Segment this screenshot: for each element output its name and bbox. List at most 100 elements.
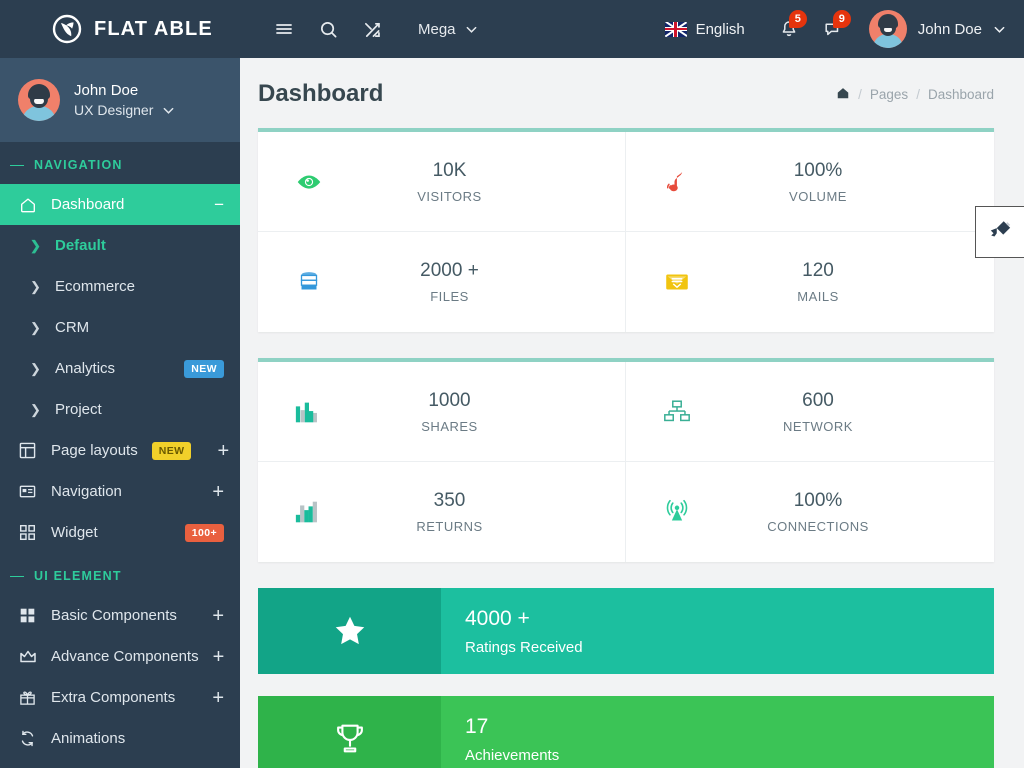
stat-text: 2000 + FILES xyxy=(332,260,599,304)
breadcrumb-separator: / xyxy=(916,86,920,102)
sidebar-subitem-label: Project xyxy=(55,401,102,418)
wide-card-label: Ratings Received xyxy=(465,638,583,656)
stat-value: 10K xyxy=(432,159,467,181)
caption-dash xyxy=(10,164,24,166)
sidebar-item-label: Basic Components xyxy=(51,607,177,624)
stat-value: 120 xyxy=(802,260,834,281)
sidebar-item-label: Widget xyxy=(51,524,98,541)
stat-text: 10K VISITORS xyxy=(332,160,599,204)
sidebar-item-navigation[interactable]: Navigation + xyxy=(0,471,240,512)
status-badge: NEW xyxy=(151,441,192,460)
stat-cell-network[interactable]: 600 NETWORK xyxy=(626,362,994,462)
sidebar-item-animations[interactable]: Animations xyxy=(0,718,240,759)
stat-card-group-2: 1000 SHARES 600 NETWORK 350 RETURNS 100%… xyxy=(258,358,994,562)
star-icon xyxy=(258,588,441,674)
brand-name: FLAT ABLE xyxy=(94,17,213,40)
wide-card-ratings[interactable]: 4000 + Ratings Received xyxy=(258,588,994,674)
dashboard-app: FLAT ABLE Mega English 5 9 John Doe John… xyxy=(0,0,1024,768)
sidebar-profile[interactable]: John Doe UX Designer xyxy=(0,58,240,142)
sidebar-item-widget[interactable]: Widget 100+ xyxy=(0,512,240,553)
crown-icon xyxy=(18,647,37,666)
stat-text: 100% VOLUME xyxy=(700,160,968,204)
stat-grid: 1000 SHARES 600 NETWORK 350 RETURNS 100%… xyxy=(258,362,994,562)
bar-chart-icon xyxy=(286,397,332,427)
sidebar-user-role: UX Designer xyxy=(74,102,154,118)
stat-cell-visitors[interactable]: 10K VISITORS xyxy=(258,132,626,232)
user-profile-dropdown[interactable]: John Doe xyxy=(868,10,1006,48)
sidebar-item-extra-components[interactable]: Extra Components + xyxy=(0,677,240,718)
stat-label: MAILS xyxy=(797,289,839,304)
stat-value: 1000 xyxy=(428,389,471,411)
stat-text: 120 MAILS xyxy=(700,260,968,304)
animation-refresh-icon xyxy=(18,729,37,748)
messages-button[interactable]: 9 xyxy=(811,0,855,58)
sidebar-subitem-label: Ecommerce xyxy=(55,278,136,295)
chevron-right-icon: ❯ xyxy=(30,319,41,335)
sidebar-user-role-row[interactable]: UX Designer xyxy=(74,102,175,118)
mega-menu-dropdown[interactable]: Mega xyxy=(418,21,478,38)
stat-value: 100% xyxy=(793,490,843,511)
stat-label: RETURNS xyxy=(416,519,483,534)
eye-icon xyxy=(286,167,332,197)
sidebar-caption-navigation: NAVIGATION xyxy=(0,142,240,184)
notifications-button[interactable]: 5 xyxy=(767,0,811,58)
stat-cell-returns[interactable]: 350 RETURNS xyxy=(258,462,626,562)
status-badge: 100+ xyxy=(184,523,224,542)
message-count-badge: 9 xyxy=(832,10,851,28)
plus-icon[interactable]: + xyxy=(212,688,224,708)
hamburger-menu-icon[interactable] xyxy=(262,0,306,58)
home-icon[interactable] xyxy=(836,86,850,103)
language-label: English xyxy=(695,20,745,38)
sidebar-subitem-label: CRM xyxy=(55,319,90,336)
stat-label: SHARES xyxy=(421,418,478,434)
database-icon xyxy=(286,267,332,297)
sidebar-subitem-crm[interactable]: ❯ CRM xyxy=(0,307,240,348)
stat-value: 100% xyxy=(793,159,843,181)
plus-icon[interactable]: + xyxy=(212,606,224,626)
stat-text: 1000 SHARES xyxy=(332,390,599,434)
stat-label: NETWORK xyxy=(783,418,853,434)
chevron-down-icon xyxy=(466,26,476,33)
sidebar-caption-label: UI ELEMENT xyxy=(34,569,122,583)
language-selector[interactable]: English xyxy=(664,20,745,38)
wide-card-label: Achievements xyxy=(465,746,560,764)
sidebar-subitem-ecommerce[interactable]: ❯ Ecommerce xyxy=(0,266,240,307)
brand-logo-area[interactable]: FLAT ABLE xyxy=(0,0,240,58)
breadcrumb: / Pages / Dashboard xyxy=(836,86,994,103)
sidebar-subitem-project[interactable]: ❯ Project xyxy=(0,389,240,430)
plus-icon[interactable]: + xyxy=(212,482,224,502)
stat-text: 600 NETWORK xyxy=(700,390,968,434)
stat-label: FILES xyxy=(430,289,469,304)
topbar-controls: Mega English 5 9 John Doe xyxy=(240,0,1024,58)
sidebar-subitem-label: Default xyxy=(55,237,106,254)
shuffle-icon[interactable] xyxy=(350,0,394,58)
trophy-icon xyxy=(258,696,441,768)
stat-cell-shares[interactable]: 1000 SHARES xyxy=(258,362,626,462)
breadcrumb-item-current: Dashboard xyxy=(927,86,994,102)
wide-card-value: 17 xyxy=(465,714,489,738)
sidebar-item-dashboard[interactable]: Dashboard − xyxy=(0,184,240,225)
sidebar-item-page-layouts[interactable]: Page layouts NEW + xyxy=(0,430,240,471)
sidebar-item-advance-components[interactable]: Advance Components + xyxy=(0,636,240,677)
chevron-right-icon: ❯ xyxy=(30,360,41,376)
search-icon[interactable] xyxy=(306,0,350,58)
paint-brush-icon xyxy=(987,218,1013,247)
plus-icon[interactable]: + xyxy=(217,441,229,461)
stat-text: 100% CONNECTIONS xyxy=(700,490,968,534)
stat-cell-files[interactable]: 2000 + FILES xyxy=(258,232,626,332)
envelope-icon xyxy=(654,267,700,297)
status-badge: NEW xyxy=(184,359,224,378)
plus-icon[interactable]: + xyxy=(213,647,225,667)
stat-label: VOLUME xyxy=(789,188,847,204)
stat-cell-connections[interactable]: 100% CONNECTIONS xyxy=(626,462,994,562)
breadcrumb-item-pages[interactable]: Pages xyxy=(870,87,908,102)
sidebar-subitem-default[interactable]: ❯ Default xyxy=(0,225,240,266)
sidebar-item-basic-components[interactable]: Basic Components + xyxy=(0,595,240,636)
stat-cell-mails[interactable]: 120 MAILS xyxy=(626,232,994,332)
wide-card-achievements[interactable]: 17 Achievements xyxy=(258,696,994,768)
stat-card-group-1: 10K VISITORS 100% VOLUME 2000 + FILES 12… xyxy=(258,128,994,332)
theme-customizer-button[interactable] xyxy=(975,206,1024,258)
chevron-right-icon: ❯ xyxy=(30,237,41,253)
sidebar-subitem-analytics[interactable]: ❯ Analytics NEW xyxy=(0,348,240,389)
stat-cell-volume[interactable]: 100% VOLUME xyxy=(626,132,994,232)
